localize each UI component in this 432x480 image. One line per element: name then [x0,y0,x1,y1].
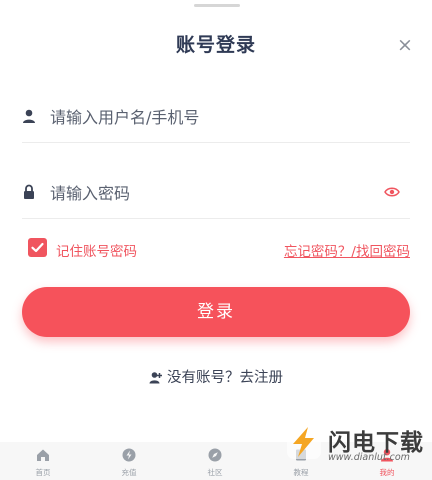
tab-community[interactable]: 社区 [172,442,258,480]
sheet-drag-handle[interactable] [194,4,240,7]
lightning-logo-icon [287,425,321,459]
register-link[interactable]: 没有账号？去注册 [0,366,432,387]
register-link-text: 没有账号？去注册 [167,370,283,386]
user-icon [23,109,35,123]
lock-icon [24,184,34,199]
username-input[interactable] [48,100,372,134]
forgot-password-link[interactable]: 忘记密码？/找回密码 [284,240,410,260]
login-sheet: 账号登录 × 记住账号密码 忘记密码？/找回密码 登录 没有账号？去注册 [0,0,432,442]
tab-community-label: 社区 [207,468,223,477]
home-icon [37,449,49,461]
watermark-url: www.dianlut.com [328,452,410,463]
eye-icon[interactable] [384,184,400,200]
add-user-icon [149,372,162,384]
lightning-icon [122,448,136,462]
remember-checkbox[interactable] [28,238,47,257]
checkmark-icon [31,242,44,253]
close-icon[interactable]: × [394,34,416,56]
username-field [22,90,410,143]
tab-home[interactable]: 首页 [0,442,86,480]
dialog-title: 账号登录 [175,34,256,56]
tab-recharge-label: 充值 [121,468,137,477]
tab-recharge[interactable]: 充值 [86,442,172,480]
tab-home-label: 首页 [35,468,51,477]
remember-label[interactable]: 记住账号密码 [56,240,137,260]
compass-icon [208,448,222,462]
password-input[interactable] [48,176,372,210]
login-button[interactable]: 登录 [22,287,410,337]
password-field [22,166,410,219]
site-watermark: 闪电下载 www.dianlut.com [282,418,432,480]
